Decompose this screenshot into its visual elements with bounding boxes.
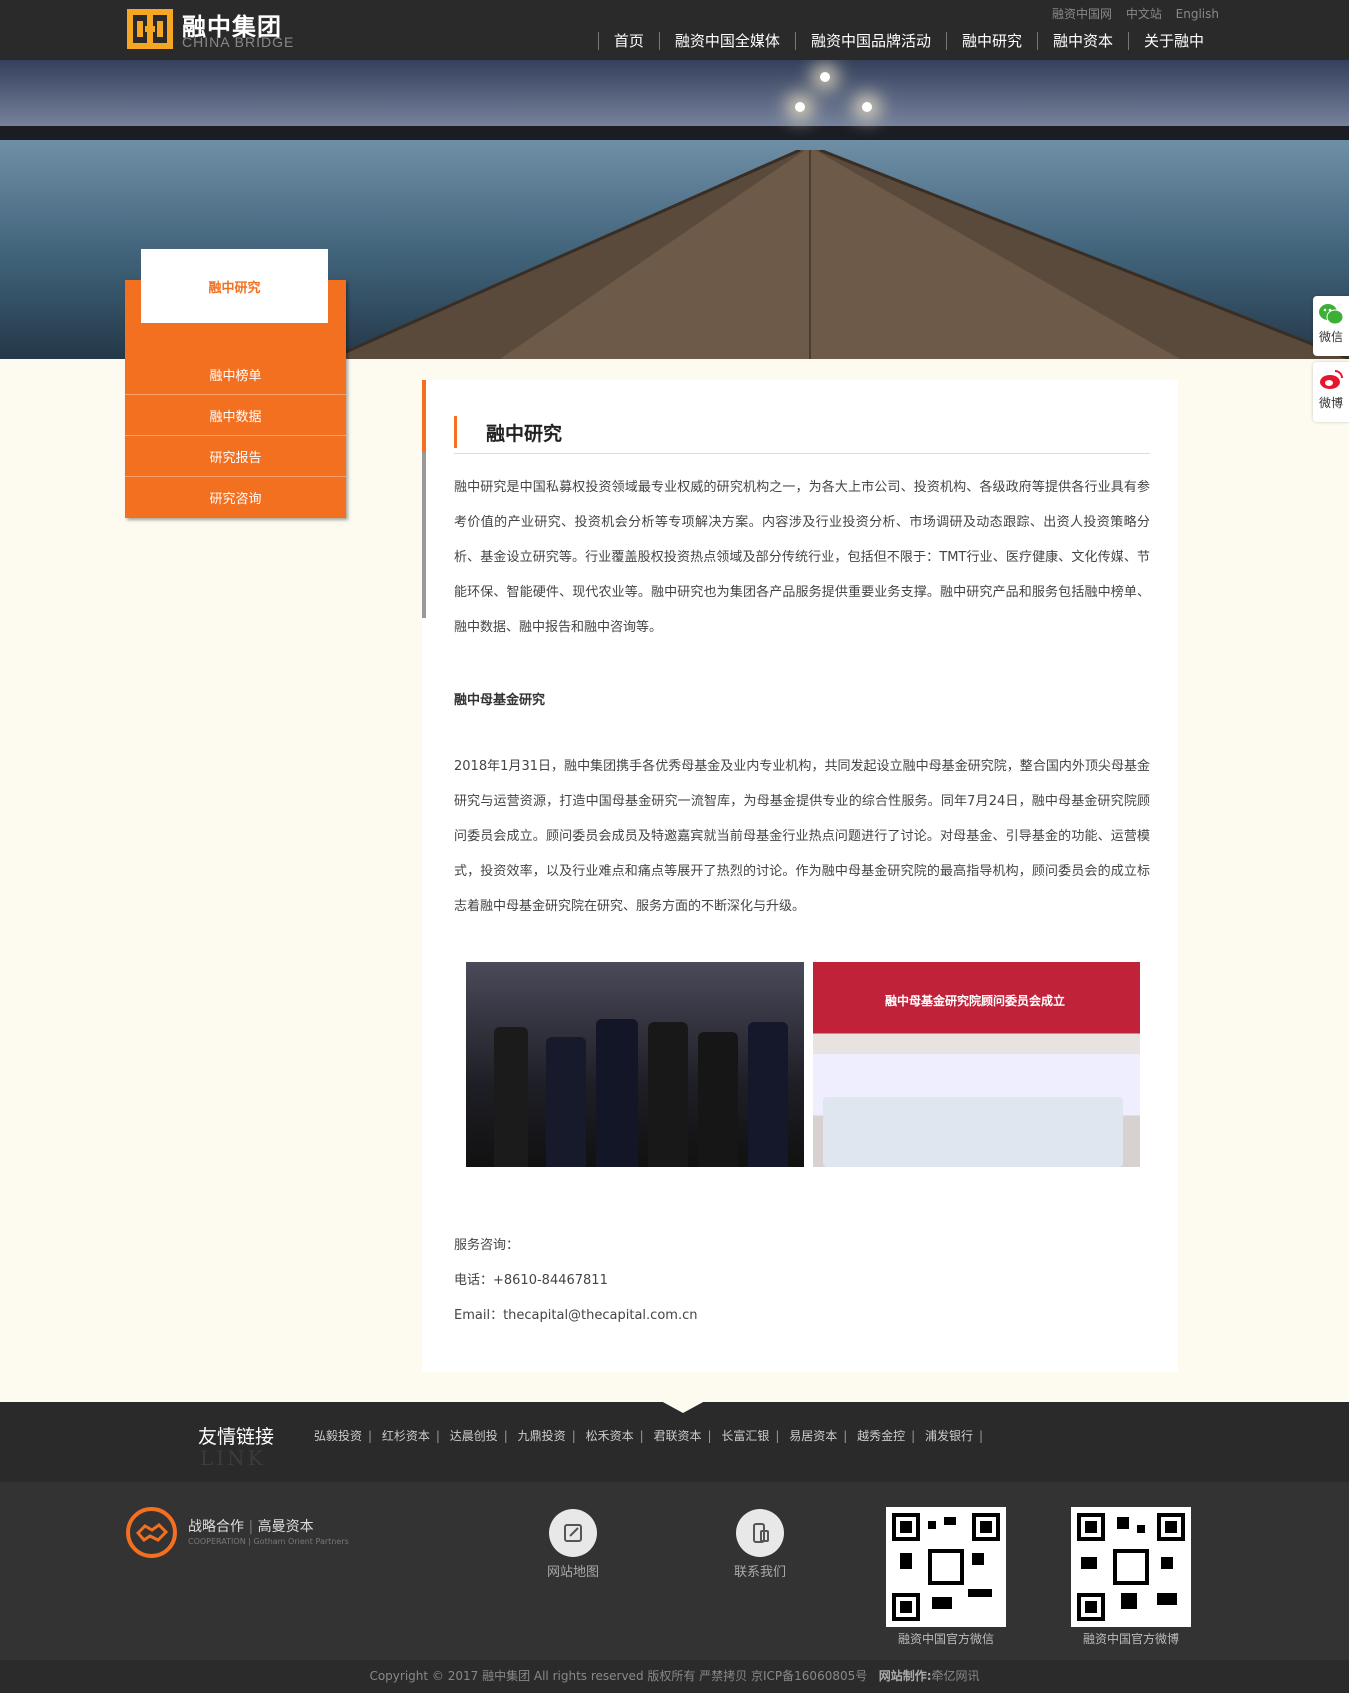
weibo-icon (1320, 370, 1343, 389)
photo-banner-text: 融中母基金研究院顾问委员会成立 (885, 994, 1066, 1008)
coop-label-a: 战略合作 (188, 1519, 244, 1535)
link-item[interactable]: 达晨创投 (450, 1429, 498, 1443)
side-item-data[interactable]: 融中数据 (125, 395, 346, 436)
contact-email[interactable]: Email：thecapital@thecapital.com.cn (454, 1304, 697, 1323)
weibo-label: 微博 (1318, 396, 1343, 410)
side-item-reports[interactable]: 研究报告 (125, 436, 346, 477)
links-title: 友情链接 (198, 1426, 275, 1448)
side-item-consulting[interactable]: 研究咨询 (125, 477, 346, 518)
side-menu-title: 融中研究 (141, 249, 328, 323)
wechat-float[interactable]: 微信 (1313, 296, 1349, 356)
coop-sublabel: COOPERATION | Gotham Orient Partners (188, 1537, 349, 1546)
contact-label: 服务咨询： (454, 1238, 520, 1253)
nav-research[interactable]: 融中研究 (945, 32, 1037, 50)
wechat-label: 微信 (1318, 330, 1343, 344)
content-title-text: 融中研究 (486, 423, 563, 445)
qr-code-weibo (1071, 1507, 1191, 1627)
links-subtitle: LINK (200, 1446, 266, 1470)
pier-lamp (795, 102, 805, 112)
edit-icon (549, 1509, 597, 1557)
group-photo-1 (466, 962, 804, 1167)
site-header: 融中集团 CHINA BRIDGE 融资中国网 中文站 English 首页 融… (0, 0, 1349, 60)
handshake-icon (126, 1507, 177, 1558)
hero-sky (0, 60, 1349, 130)
made-by-label: 网站制作: (878, 1669, 932, 1683)
toplink-chinese[interactable]: 中文站 (1126, 7, 1162, 21)
coop-label-b: 高曼资本 (257, 1519, 314, 1535)
top-links: 融资中国网 中文站 English (1042, 5, 1219, 22)
contact-phone: 电话：+8610-84467811 (454, 1273, 608, 1288)
side-menu-list: 融中榜单 融中数据 研究报告 研究咨询 (125, 354, 346, 518)
card-accent-bar (422, 380, 426, 618)
content-card: 融中研究 融中研究是中国私募权投资领域最专业权威的研究机构之一，为各大上市公司、… (422, 380, 1178, 1372)
weibo-float[interactable]: 微博 (1313, 362, 1349, 422)
group-photo-2: 融中母基金研究院顾问委员会成立 (813, 962, 1140, 1167)
nav-media[interactable]: 融资中国全媒体 (658, 32, 795, 50)
toplink-english[interactable]: English (1176, 7, 1219, 21)
link-item[interactable]: 九鼎投资 (518, 1429, 566, 1443)
main-nav: 首页 融资中国全媒体 融资中国品牌活动 融中研究 融中资本 关于融中 (597, 30, 1219, 52)
links-list: 弘毅投资 | 红杉资本 | 达晨创投 | 九鼎投资 | 松禾资本 | 君联资本 | 长富汇银… (314, 1429, 984, 1443)
logo[interactable]: 融中集团 CHINA BRIDGE (127, 9, 297, 50)
content-title: 融中研究 (454, 416, 1150, 454)
phone-icon (736, 1509, 784, 1557)
qr-label-wechat: 融资中国官方微信 (897, 1632, 994, 1646)
contact-button[interactable]: 联系我们 (710, 1509, 810, 1580)
sitemap-button[interactable]: 网站地图 (523, 1509, 623, 1580)
link-item[interactable]: 越秀金控 (857, 1429, 905, 1443)
pier-image (330, 150, 1349, 359)
nav-capital[interactable]: 融中资本 (1036, 32, 1128, 50)
friend-links: 友情链接 LINK 弘毅投资 | 红杉资本 | 达晨创投 | 九鼎投资 | 松禾资本 | … (0, 1401, 1349, 1482)
links-notch (661, 1401, 705, 1413)
qr-code-wechat (886, 1507, 1006, 1627)
wechat-icon (1319, 304, 1344, 325)
link-item[interactable]: 浦发银行 (925, 1429, 973, 1443)
copyright-text: Copyright © 2017 融中集团 All rights reserve… (369, 1669, 868, 1683)
coop-sub-b: Gotham Orient Partners (253, 1537, 349, 1546)
nav-home[interactable]: 首页 (597, 32, 659, 50)
pier-lamp (862, 102, 872, 112)
toplink-rzzg[interactable]: 融资中国网 (1052, 7, 1112, 21)
hero-skyline (0, 126, 1349, 140)
intro-paragraph: 融中研究是中国私募权投资领域最专业权威的研究机构之一，为各大上市公司、投资机构、… (454, 480, 1150, 635)
coop-label[interactable]: 战略合作 | 高曼资本 (188, 1516, 314, 1536)
qr-label-weibo: 融资中国官方微博 (1082, 1632, 1179, 1646)
copyright-bar: Copyright © 2017 融中集团 All rights reserve… (0, 1660, 1349, 1693)
fof-subhead: 融中母基金研究 (454, 693, 546, 708)
link-item[interactable]: 松禾资本 (586, 1429, 634, 1443)
logo-subtext: CHINA BRIDGE (182, 34, 295, 50)
fof-paragraph: 2018年1月31日，融中集团携手各优秀母基金及业内专业机构，共同发起设立融中母… (454, 759, 1150, 914)
coop-sub-a: COOPERATION (188, 1537, 246, 1546)
link-item[interactable]: 君联资本 (653, 1429, 701, 1443)
side-item-rankings[interactable]: 融中榜单 (125, 354, 346, 395)
link-item[interactable]: 易居资本 (789, 1429, 837, 1443)
made-by-link[interactable]: 牵亿网讯 (932, 1669, 980, 1683)
nav-events[interactable]: 融资中国品牌活动 (794, 32, 946, 50)
sitemap-label: 网站地图 (546, 1565, 599, 1580)
link-item[interactable]: 红杉资本 (382, 1429, 430, 1443)
pier-lamp (820, 72, 830, 82)
logo-mark-icon (127, 9, 173, 49)
contact-label: 联系我们 (733, 1565, 786, 1580)
nav-about[interactable]: 关于融中 (1127, 32, 1219, 50)
link-item[interactable]: 弘毅投资 (314, 1429, 362, 1443)
link-item[interactable]: 长富汇银 (721, 1429, 769, 1443)
site-footer: 战略合作 | 高曼资本 COOPERATION | Gotham Orient … (0, 1482, 1349, 1660)
title-bar (454, 416, 457, 448)
